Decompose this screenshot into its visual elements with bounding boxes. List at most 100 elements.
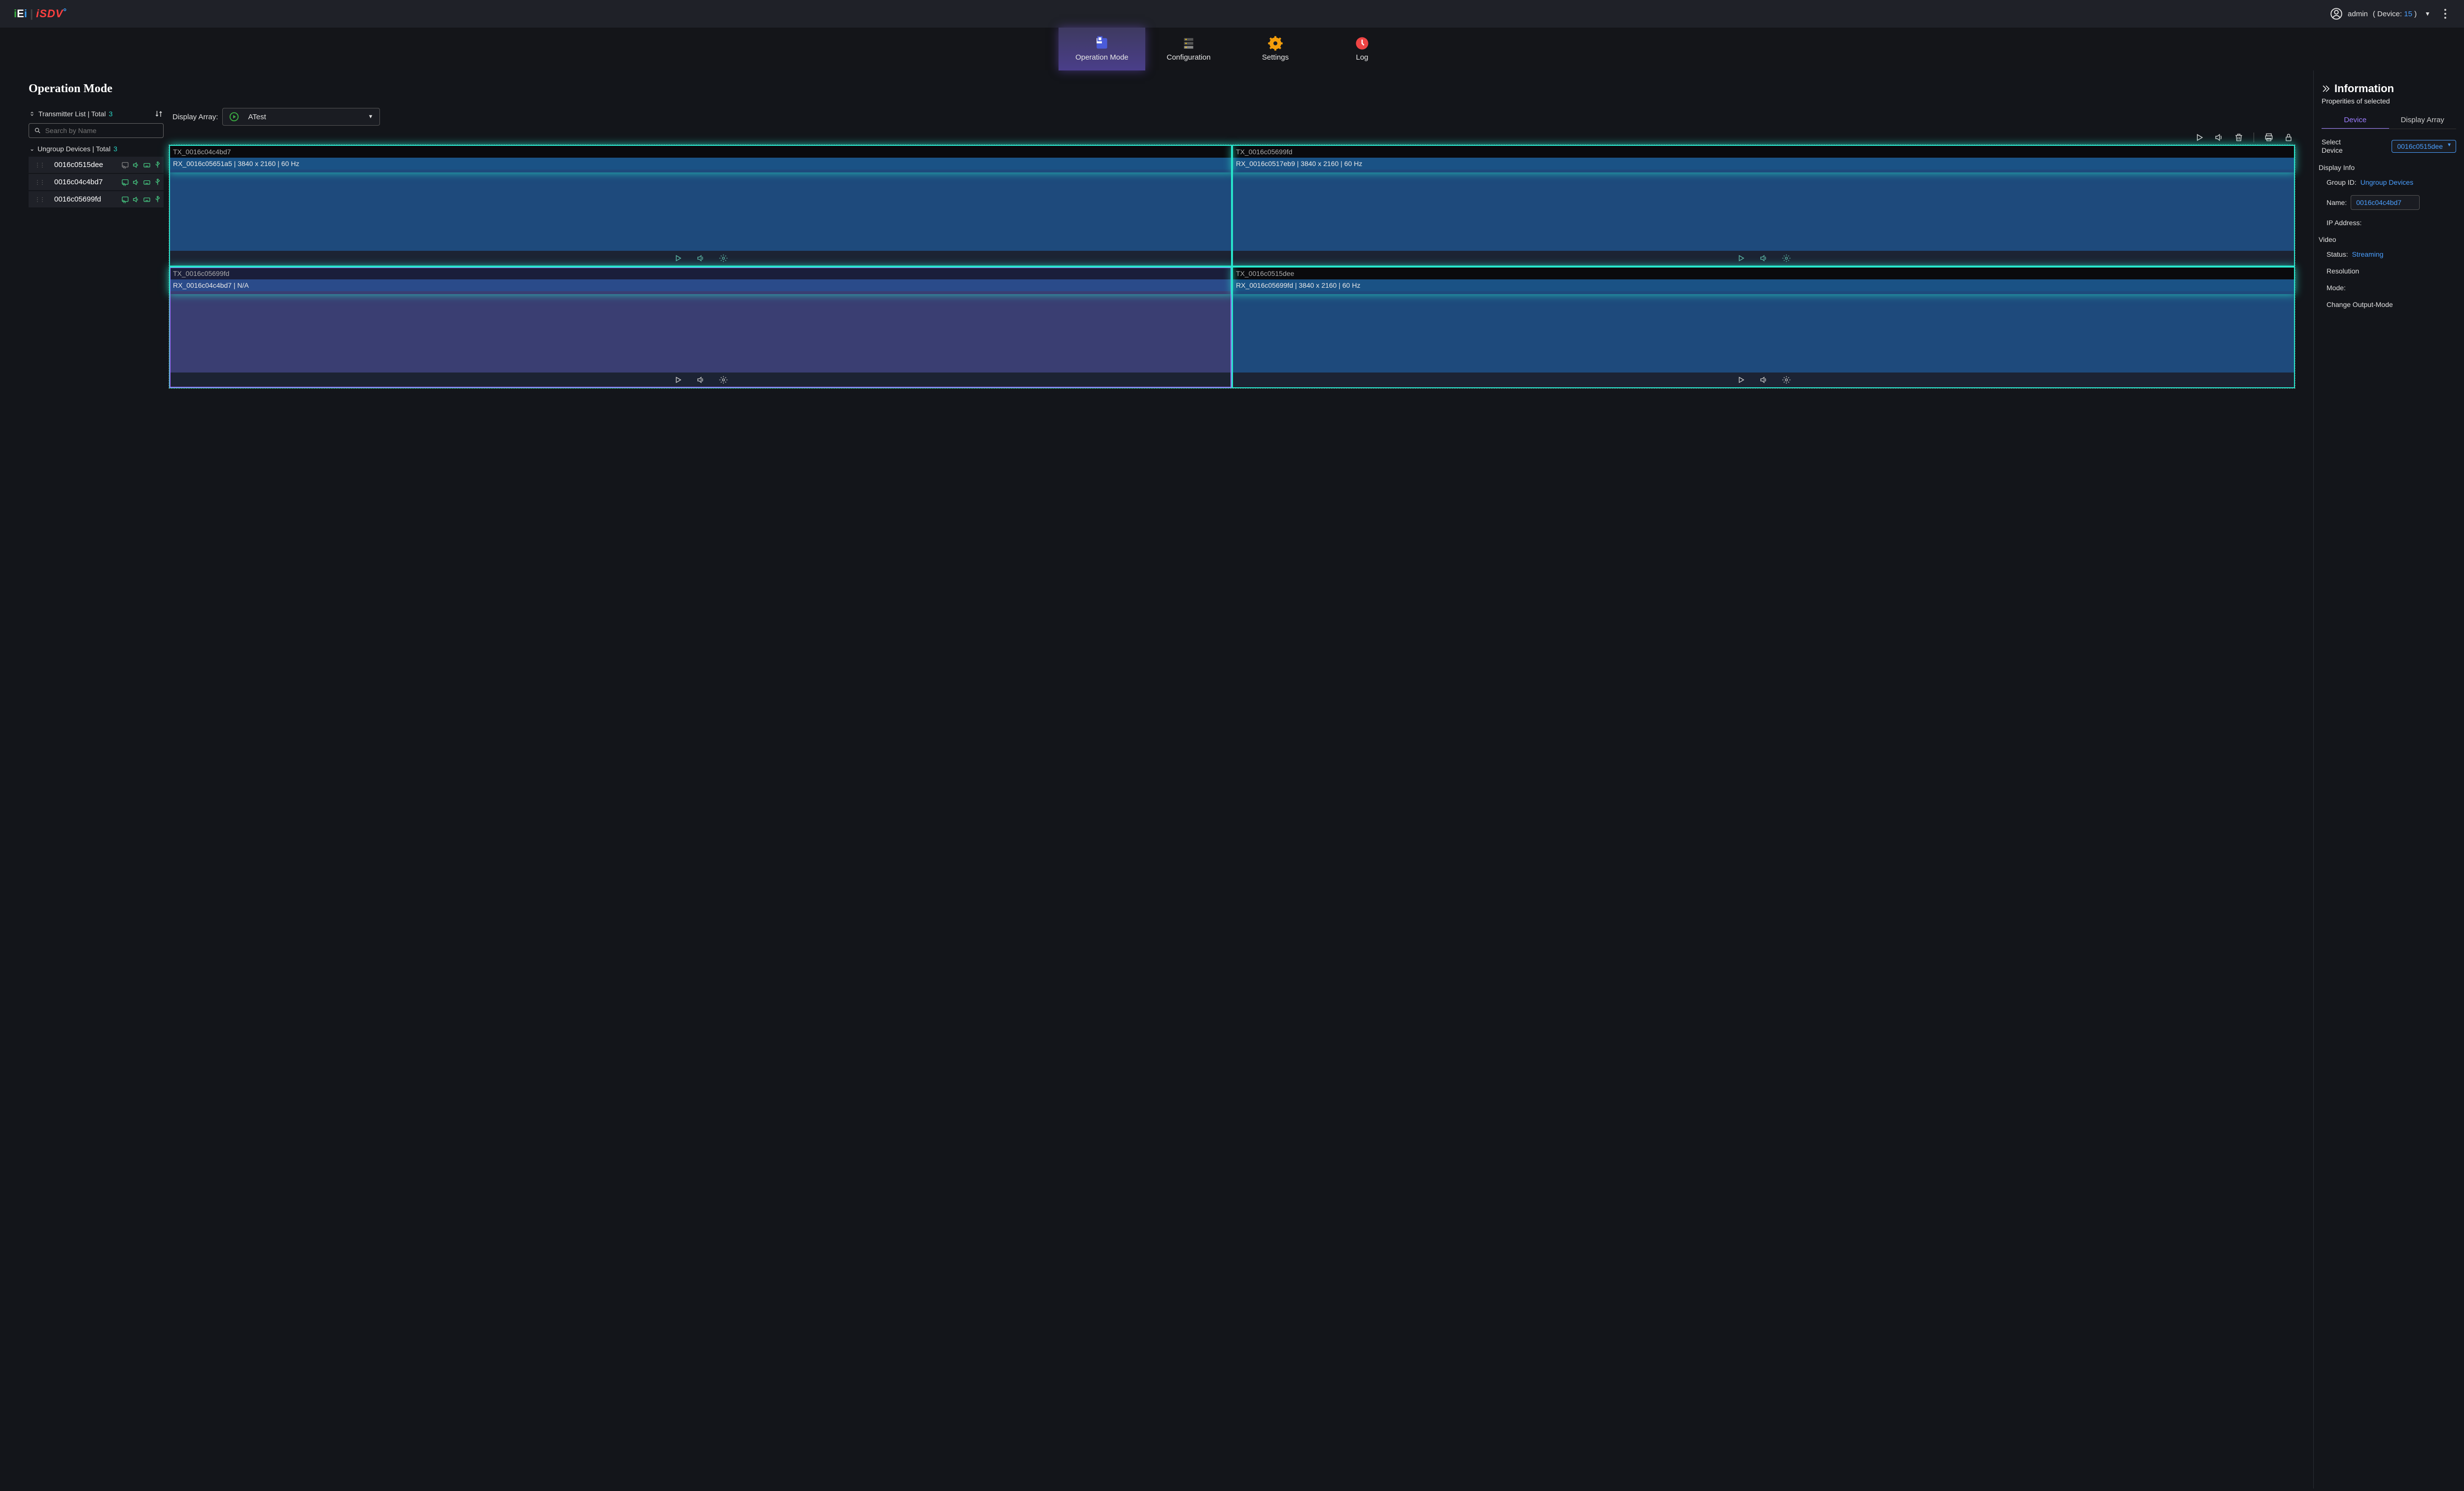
search-box[interactable] (29, 123, 164, 138)
user-menu[interactable]: admin ( Device: 15 ) ▼ (2330, 7, 2430, 20)
display-tile[interactable]: TX_0016c04c4bd7 RX_0016c05651a5 | 3840 x… (169, 145, 1232, 267)
tile-rx-label: RX_0016c05699fd | 3840 x 2160 | 60 Hz (1233, 279, 2294, 291)
print-button[interactable] (2264, 133, 2274, 142)
select-device-dropdown[interactable]: 0016c0515dee (2392, 140, 2456, 153)
play-icon[interactable] (1737, 375, 1745, 384)
sort-icon[interactable] (155, 109, 164, 118)
tile-actions (1233, 373, 2294, 387)
display-array-panel: Display Array: ATest ▼ TX_0016c04c4bd7 R… (168, 70, 2313, 1489)
gear-icon (1267, 35, 1283, 51)
nav-settings[interactable]: Settings (1232, 28, 1319, 70)
tile-tx-label: TX_0016c0515dee (1233, 268, 2294, 279)
tile-actions (170, 251, 1231, 266)
search-input[interactable] (45, 127, 158, 135)
sound-button[interactable] (2214, 133, 2224, 142)
play-circle-icon (229, 111, 240, 122)
logo-divider: | (30, 7, 33, 20)
play-icon[interactable] (674, 254, 683, 263)
tile-tx-label: TX_0016c05699fd (170, 268, 1231, 279)
cast-icon[interactable] (121, 161, 129, 169)
device-name: 0016c04c4bd7 (54, 178, 121, 186)
tab-display-array[interactable]: Display Array (2389, 112, 2457, 129)
drag-handle-icon[interactable]: ⋮⋮ (34, 196, 44, 203)
keyboard-icon[interactable] (143, 178, 151, 186)
clock-icon (1355, 36, 1369, 51)
play-icon[interactable] (674, 375, 683, 384)
name-label: Name: (2327, 199, 2347, 206)
tile-rx-label: RX_0016c05651a5 | 3840 x 2160 | 60 Hz (170, 158, 1231, 169)
device-item[interactable]: ⋮⋮ 0016c0515dee (29, 157, 164, 173)
chevron-down-icon: ⌄ (30, 145, 34, 152)
tile-actions (1233, 251, 2294, 266)
logo: iEi | iSDV˚ (14, 7, 68, 20)
information-panel: Information Properities of selected Devi… (2313, 70, 2464, 1489)
display-tile-selected[interactable]: TX_0016c05699fd RX_0016c04c4bd7 | N/A (169, 267, 1232, 388)
tile-rx-label: RX_0016c04c4bd7 | N/A (170, 279, 1231, 291)
display-array-select[interactable]: ATest ▼ (222, 108, 380, 126)
nav-configuration[interactable]: Configuration (1145, 28, 1232, 70)
user-icon (2330, 7, 2343, 20)
audio-icon[interactable] (132, 196, 140, 203)
keyboard-icon[interactable] (143, 161, 151, 169)
play-icon[interactable] (1737, 254, 1745, 263)
display-grid: TX_0016c04c4bd7 RX_0016c05651a5 | 3840 x… (169, 144, 2295, 389)
audio-icon[interactable] (132, 178, 140, 186)
cast-icon[interactable] (121, 196, 129, 203)
delete-button[interactable] (2234, 133, 2244, 142)
display-info-header: Display Info (2319, 164, 2456, 171)
device-item[interactable]: ⋮⋮ 0016c05699fd (29, 191, 164, 207)
operation-mode-icon (1094, 35, 1110, 51)
usb-icon[interactable] (154, 178, 162, 186)
array-controls: Display Array: ATest ▼ (168, 108, 2313, 126)
caret-down-icon: ▼ (368, 114, 374, 120)
sound-icon[interactable] (696, 375, 705, 384)
sound-icon[interactable] (1759, 254, 1768, 263)
device-list: ⋮⋮ 0016c0515dee ⋮⋮ 0016c04c4bd7 (29, 157, 164, 207)
ungroup-label: Ungroup Devices | Total (37, 145, 110, 153)
transmitter-panel: Operation Mode Transmitter List | Total … (0, 70, 168, 1489)
search-icon (34, 127, 41, 135)
logo-iei: iEi (14, 7, 27, 20)
gear-icon[interactable] (719, 254, 728, 263)
select-device-label: Select Device (2322, 138, 2351, 155)
change-output-mode-label: Change Output-Mode (2327, 301, 2393, 308)
group-id-value: Ungroup Devices (2361, 178, 2413, 186)
device-label: ( Device: 15 ) (2373, 10, 2417, 18)
more-menu-button[interactable] (2440, 9, 2450, 19)
tab-device[interactable]: Device (2322, 112, 2389, 129)
gear-icon[interactable] (1782, 254, 1791, 263)
lock-button[interactable] (2284, 133, 2293, 142)
nav-label: Configuration (1166, 53, 1210, 62)
gear-icon[interactable] (1782, 375, 1791, 384)
display-tile[interactable]: TX_0016c0515dee RX_0016c05699fd | 3840 x… (1232, 267, 2295, 388)
transmitter-count: 3 (109, 110, 113, 118)
gear-icon[interactable] (719, 375, 728, 384)
play-button[interactable] (2194, 133, 2204, 142)
status-label: Status: (2327, 250, 2348, 258)
usb-icon[interactable] (154, 161, 162, 169)
nav-log[interactable]: Log (1319, 28, 1405, 70)
updown-icon[interactable] (29, 110, 35, 117)
info-subtitle: Properities of selected (2322, 97, 2456, 105)
status-value: Streaming (2352, 250, 2384, 258)
keyboard-icon[interactable] (143, 196, 151, 203)
device-name: 0016c05699fd (54, 195, 121, 203)
caret-down-icon: ▼ (2425, 10, 2430, 17)
usb-icon[interactable] (154, 196, 162, 203)
ungroup-header[interactable]: ⌄ Ungroup Devices | Total 3 (29, 145, 164, 153)
device-item[interactable]: ⋮⋮ 0016c04c4bd7 (29, 174, 164, 190)
logo-isdv: iSDV˚ (36, 7, 68, 20)
app-header: iEi | iSDV˚ admin ( Device: 15 ) ▼ (0, 0, 2464, 28)
group-id-label: Group ID: (2327, 178, 2357, 186)
nav-operation-mode[interactable]: Operation Mode (1059, 28, 1145, 70)
display-array-label: Display Array: (172, 113, 218, 121)
info-tabs: Device Display Array (2322, 112, 2456, 129)
drag-handle-icon[interactable]: ⋮⋮ (34, 179, 44, 186)
cast-icon[interactable] (121, 178, 129, 186)
sound-icon[interactable] (696, 254, 705, 263)
audio-icon[interactable] (132, 161, 140, 169)
drag-handle-icon[interactable]: ⋮⋮ (34, 162, 44, 169)
display-tile[interactable]: TX_0016c05699fd RX_0016c0517eb9 | 3840 x… (1232, 145, 2295, 267)
name-input[interactable] (2351, 195, 2420, 210)
sound-icon[interactable] (1759, 375, 1768, 384)
